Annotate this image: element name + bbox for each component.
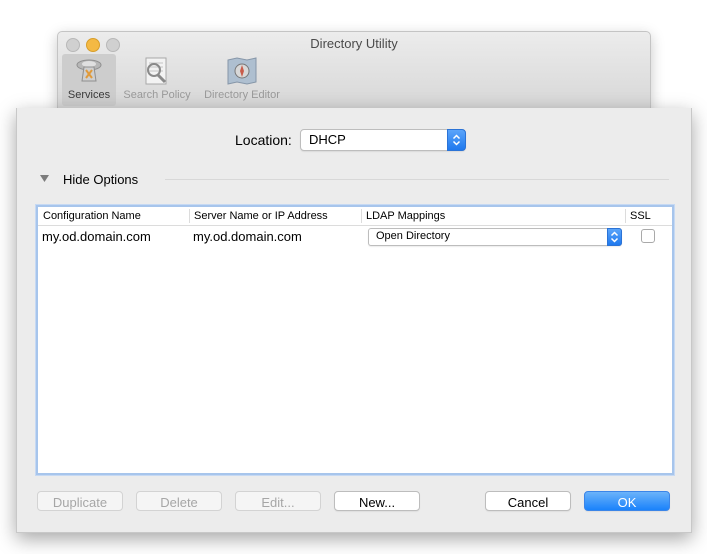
column-header-configuration-name[interactable]: Configuration Name: [43, 210, 141, 222]
ok-button[interactable]: OK: [584, 491, 670, 511]
column-separator[interactable]: [625, 209, 626, 223]
edit-button[interactable]: Edit...: [235, 491, 321, 511]
toolbar-directory-editor[interactable]: Directory Editor: [198, 54, 286, 106]
disclosure-triangle-down-icon[interactable]: [39, 174, 50, 184]
column-separator[interactable]: [361, 209, 362, 223]
server-cell[interactable]: my.od.domain.com: [193, 229, 302, 244]
ldap-mapping-value: Open Directory: [376, 230, 450, 242]
window-title: Directory Utility: [310, 36, 398, 51]
column-header-server[interactable]: Server Name or IP Address: [194, 210, 328, 222]
options-toggle[interactable]: Hide Options: [39, 171, 669, 189]
delete-button[interactable]: Delete: [136, 491, 222, 511]
configuration-table[interactable]: Configuration Name Server Name or IP Add…: [36, 205, 674, 475]
column-header-ssl[interactable]: SSL: [630, 210, 651, 222]
ldap-mapping-select[interactable]: Open Directory: [368, 228, 622, 246]
location-select[interactable]: DHCP: [300, 129, 466, 151]
hide-options-label[interactable]: Hide Options: [63, 172, 138, 187]
location-value: DHCP: [309, 132, 346, 147]
options-divider: [165, 179, 669, 180]
ldap-mapping-stepper[interactable]: [607, 228, 622, 246]
chevron-up-down-icon: [610, 231, 619, 243]
cancel-button[interactable]: Cancel: [485, 491, 571, 511]
location-select-stepper[interactable]: [447, 129, 466, 151]
directory-editor-icon: [227, 57, 257, 85]
column-separator[interactable]: [189, 209, 190, 223]
services-icon: [76, 59, 102, 82]
toolbar-search-policy-label: Search Policy: [123, 89, 191, 101]
duplicate-button[interactable]: Duplicate: [37, 491, 123, 511]
toolbar-directory-editor-label: Directory Editor: [204, 89, 280, 101]
table-header: Configuration Name Server Name or IP Add…: [38, 207, 672, 226]
configuration-name-cell[interactable]: my.od.domain.com: [42, 229, 151, 244]
table-row[interactable]: my.od.domain.com my.od.domain.com Open D…: [38, 226, 672, 248]
search-policy-icon: [145, 57, 167, 85]
toolbar-services[interactable]: Services: [62, 54, 116, 106]
toolbar-services-label: Services: [67, 89, 111, 101]
chevron-up-down-icon: [452, 134, 461, 146]
directory-utility-window: Directory Utility Services Search Policy…: [57, 31, 651, 113]
location-label: Location:: [235, 132, 292, 148]
ssl-checkbox[interactable]: [641, 229, 655, 243]
services-config-sheet: Location: DHCP Hide Options Configuratio…: [16, 108, 692, 533]
new-button[interactable]: New...: [334, 491, 420, 511]
toolbar-search-policy[interactable]: Search Policy: [120, 54, 194, 106]
column-header-ldap-mappings[interactable]: LDAP Mappings: [366, 210, 445, 222]
